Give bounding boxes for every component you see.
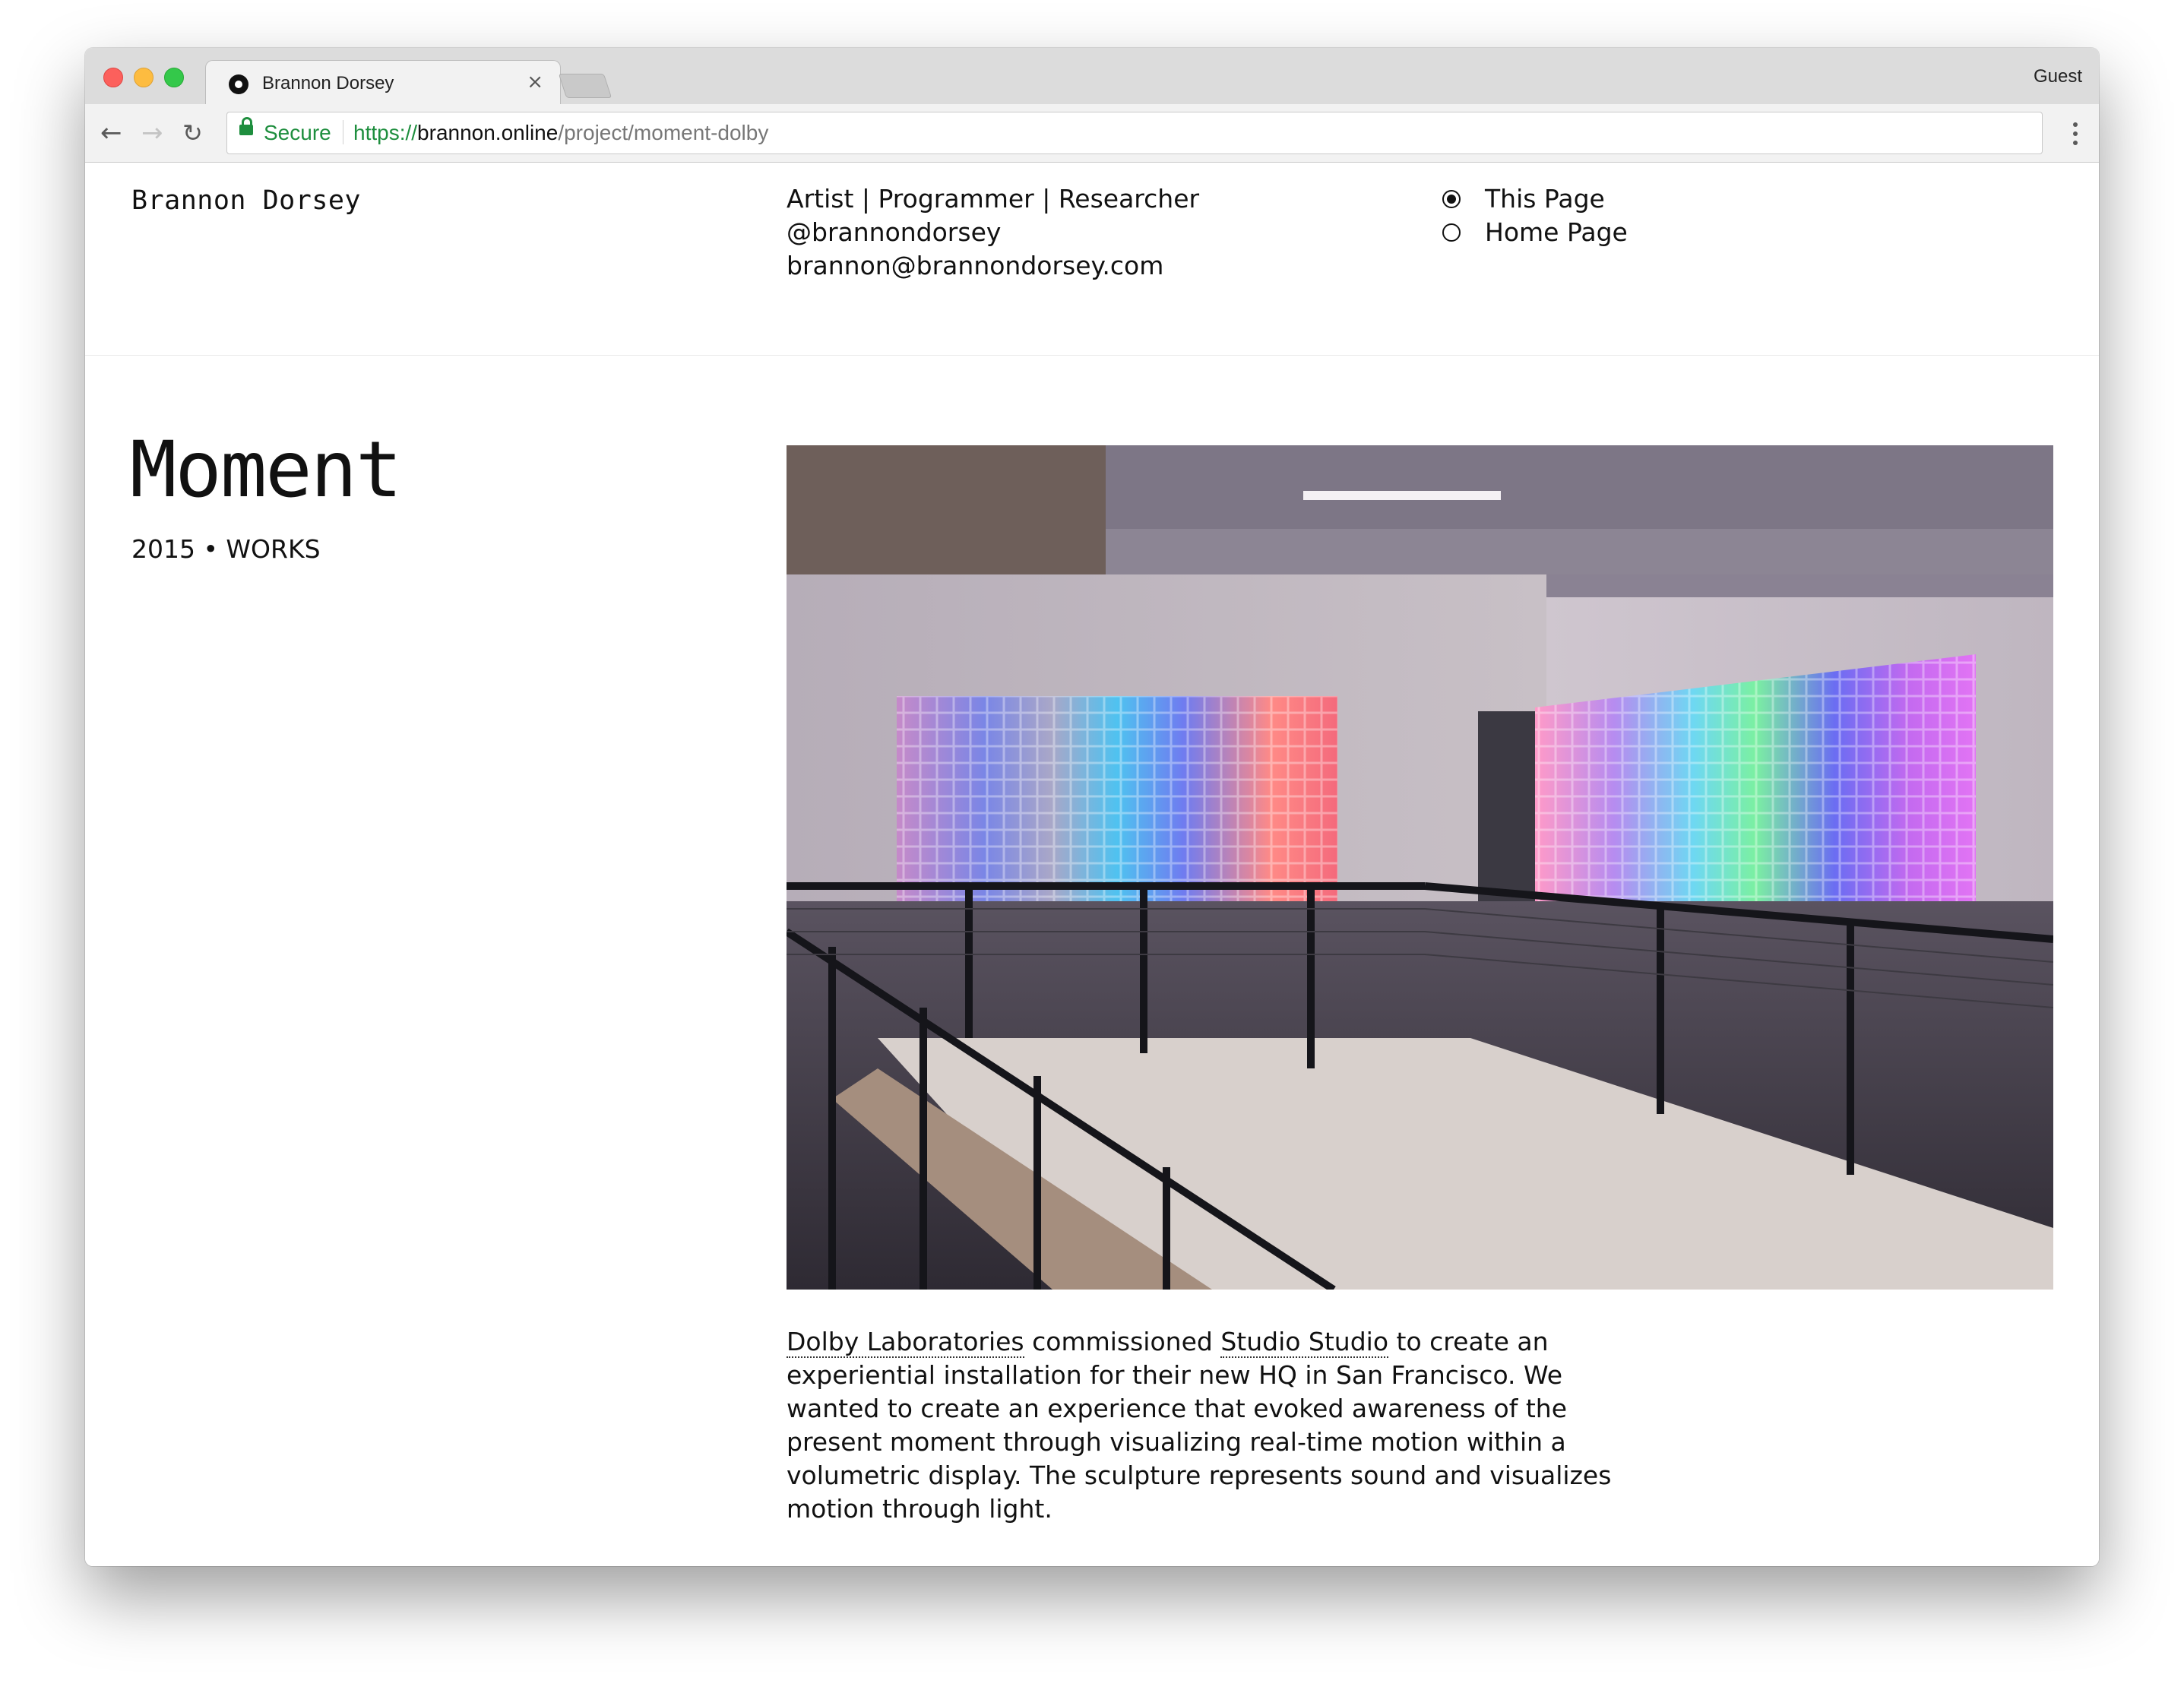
page-content: Brannon Dorsey Artist | Programmer | Res…	[85, 163, 2099, 1566]
nav-item-this-page[interactable]: This Page	[1442, 182, 1628, 216]
address-bar[interactable]: Secure https://brannon.online/project/mo…	[226, 112, 2043, 154]
site-info: Artist | Programmer | Researcher @branno…	[787, 182, 1199, 283]
browser-window: Brannon Dorsey × Guest ← → ↻ Secure http…	[85, 48, 2099, 1566]
browser-titlebar: Brannon Dorsey × Guest	[85, 48, 2099, 106]
url-host: brannon.online	[417, 121, 559, 144]
site-favicon-icon	[229, 74, 248, 94]
email-address[interactable]: brannon@brannondorsey.com	[787, 249, 1199, 283]
description-text: commissioned	[1024, 1327, 1221, 1356]
window-close-button[interactable]	[103, 68, 123, 87]
radio-unchecked-icon	[1442, 223, 1461, 242]
twitter-handle[interactable]: @brannondorsey	[787, 216, 1199, 249]
header-divider	[85, 355, 2099, 356]
window-maximize-button[interactable]	[164, 68, 184, 87]
browser-toolbar: ← → ↻ Secure https://brannon.online/proj…	[85, 104, 2099, 163]
studio-studio-link[interactable]: Studio Studio	[1220, 1327, 1389, 1358]
radio-checked-icon	[1442, 190, 1461, 208]
url-text[interactable]: https://brannon.online/project/moment-do…	[353, 121, 768, 145]
new-tab-button[interactable]	[558, 74, 612, 98]
url-path: /project/moment-dolby	[558, 121, 769, 144]
dolby-link[interactable]: Dolby Laboratories	[787, 1327, 1024, 1358]
tagline: Artist | Programmer | Researcher	[787, 184, 1200, 214]
project-description: Dolby Laboratories commissioned Studio S…	[787, 1325, 1645, 1526]
more-vertical-icon[interactable]	[2073, 122, 2078, 145]
profile-label[interactable]: Guest	[2034, 66, 2082, 87]
nav-item-label: Home Page	[1485, 217, 1628, 247]
site-name[interactable]: Brannon Dorsey	[131, 185, 361, 216]
window-minimize-button[interactable]	[134, 68, 154, 87]
tab-close-icon[interactable]: ×	[527, 71, 543, 93]
arrow-left-icon[interactable]: ←	[100, 119, 122, 147]
nav-item-home-page[interactable]: Home Page	[1442, 216, 1628, 249]
reload-icon[interactable]: ↻	[182, 119, 203, 147]
nav-item-label: This Page	[1485, 184, 1605, 214]
tab-title: Brannon Dorsey	[262, 73, 394, 93]
project-meta: 2015 • WORKS	[131, 534, 321, 564]
arrow-right-icon[interactable]: →	[141, 119, 163, 147]
secure-label: Secure	[264, 121, 331, 144]
lock-icon	[239, 117, 253, 135]
browser-tab[interactable]: Brannon Dorsey ×	[205, 60, 561, 106]
project-hero-image	[787, 445, 2053, 1290]
page-title: Moment	[130, 425, 402, 515]
page-nav: This Page Home Page	[1442, 182, 1628, 249]
url-scheme: https://	[353, 121, 418, 144]
